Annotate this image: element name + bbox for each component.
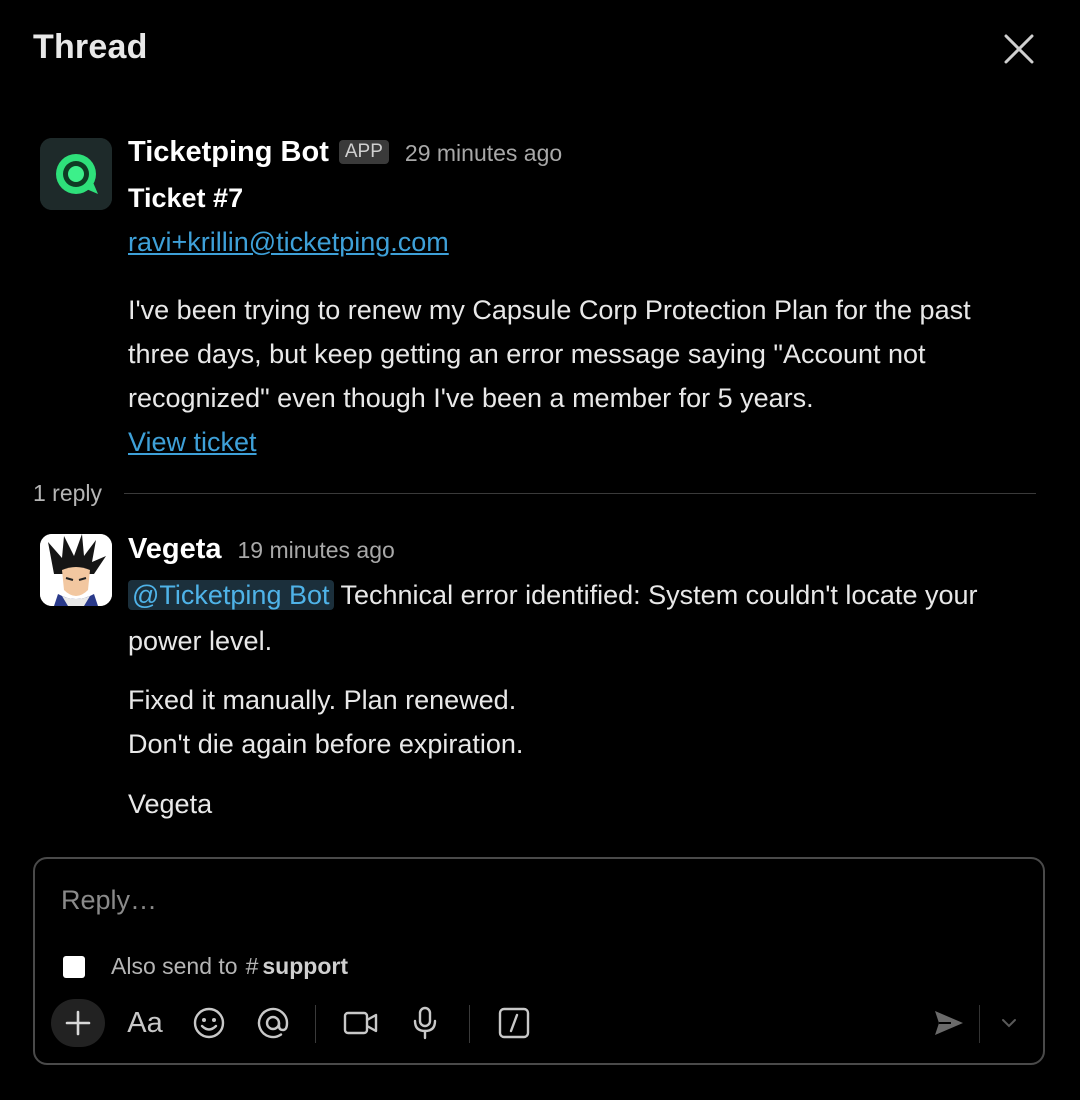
close-button[interactable] <box>996 26 1042 72</box>
video-button[interactable] <box>335 999 387 1047</box>
text-format-icon: Aa <box>127 1006 163 1039</box>
reply-line-3: Don't die again before expiration. <box>128 729 524 759</box>
also-send-label: Also send to <box>111 953 238 979</box>
thread-panel: Thread Ticketping Bot APP 29 minutes ago… <box>0 0 1080 1100</box>
reply-divider: 1 reply <box>33 480 1036 507</box>
reply-signature: Vegeta <box>128 789 213 819</box>
user-mention[interactable]: @Ticketping Bot <box>128 580 334 610</box>
chevron-down-icon <box>1002 1019 1016 1028</box>
reply-input[interactable] <box>59 879 1003 921</box>
reply-composer: Also send to # support Aa <box>33 857 1045 1065</box>
reply-message-header: Vegeta 19 minutes ago <box>128 533 395 566</box>
toolbar-separator <box>469 1005 470 1043</box>
slash-command-button[interactable] <box>489 999 539 1047</box>
bot-avatar[interactable] <box>40 138 112 210</box>
send-icon <box>935 1011 963 1035</box>
format-button[interactable]: Aa <box>121 999 169 1047</box>
sender-name[interactable]: Vegeta <box>128 533 222 566</box>
vegeta-avatar[interactable] <box>40 534 112 606</box>
message-timestamp[interactable]: 19 minutes ago <box>238 537 395 564</box>
toolbar-separator <box>315 1005 316 1043</box>
ticket-title: Ticket #7 <box>128 183 244 213</box>
send-button[interactable] <box>925 999 973 1047</box>
root-message-header: Ticketping Bot APP 29 minutes ago <box>128 136 562 169</box>
mention-button[interactable] <box>249 999 297 1047</box>
reply-line-1: @Ticketping Bot Technical error identifi… <box>128 572 1028 664</box>
attach-button[interactable] <box>51 999 105 1047</box>
sender-name[interactable]: Ticketping Bot <box>128 136 329 169</box>
email-link[interactable]: ravi+krillin@ticketping.com <box>128 227 449 257</box>
composer-toolbar: Aa <box>51 999 1031 1049</box>
also-send-checkbox[interactable] <box>63 955 85 978</box>
toolbar-separator <box>979 1005 980 1043</box>
also-send-option: Also send to # support <box>63 953 348 980</box>
panel-title: Thread <box>33 28 148 66</box>
audio-button[interactable] <box>401 999 449 1047</box>
divider-line <box>124 493 1036 494</box>
channel-hash: # <box>245 953 259 979</box>
send-options-button[interactable] <box>989 999 1029 1047</box>
video-camera-icon <box>343 1011 378 1035</box>
channel-name: support <box>262 953 348 979</box>
emoji-button[interactable] <box>185 999 233 1047</box>
plus-icon <box>65 1010 91 1036</box>
view-ticket-link[interactable]: View ticket <box>128 427 257 457</box>
user-avatar-image <box>40 534 112 606</box>
microphone-icon <box>413 1006 437 1040</box>
message-timestamp[interactable]: 29 minutes ago <box>405 140 562 167</box>
app-badge: APP <box>338 140 389 164</box>
at-sign-icon <box>257 1007 289 1039</box>
ticket-body: I've been trying to renew my Capsule Cor… <box>128 295 971 413</box>
reply-line-2: Fixed it manually. Plan renewed. <box>128 685 517 715</box>
chat-bubble-icon <box>40 138 112 210</box>
reply-count: 1 reply <box>33 480 103 506</box>
emoji-icon <box>193 1007 225 1039</box>
slash-command-icon <box>498 1007 530 1039</box>
close-icon <box>1004 34 1034 64</box>
